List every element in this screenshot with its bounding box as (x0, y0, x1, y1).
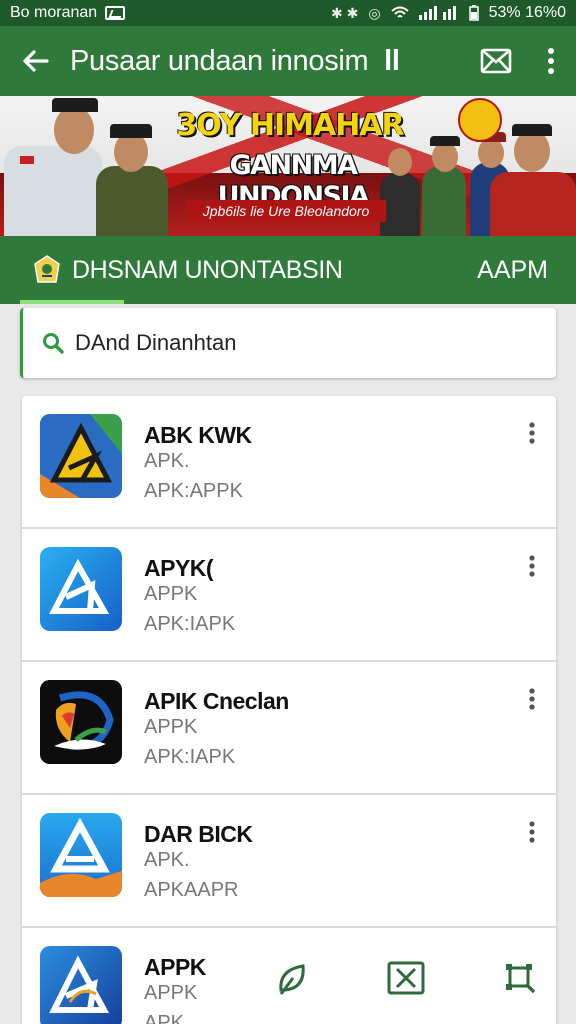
page-title: Pusaar undaan innosim ll (70, 45, 466, 78)
overflow-menu-button[interactable] (526, 26, 576, 96)
category-bar: DHSNAM UNONTABSIN AAPM (0, 236, 576, 304)
triangle-a-yellow-icon (40, 414, 122, 498)
battery-percent: 53% 16%0 (488, 4, 566, 21)
app-subtitle: APK. (144, 849, 190, 871)
item-more-button[interactable] (522, 819, 542, 845)
status-bar: Bo moranan ✱ ✱ ◎ 53% 16%0 (0, 0, 576, 26)
leaf-icon (279, 964, 305, 995)
search-input[interactable] (75, 330, 495, 356)
more-vert-icon (529, 821, 535, 843)
star-notification-icon: ✱ ✱ (331, 4, 359, 21)
app-package: APKAAPR (144, 879, 239, 901)
search-icon (43, 333, 64, 354)
banner-tagline: Jpb6ils lie Ure Bleolandoro (186, 200, 386, 222)
item-more-button[interactable] (522, 553, 542, 579)
list-item[interactable]: ABK KWK APK. APK:APPK (22, 396, 556, 529)
app-subtitle: APPK (144, 982, 198, 1004)
battery-icon (468, 5, 479, 21)
promo-banner[interactable]: 3OY HIMAHAR GANNMA UNDONSIA Jpb6ils lie … (0, 96, 576, 236)
app-title: APPK (144, 954, 206, 980)
page-title-suffix: ll (384, 44, 400, 77)
banner-headline: 3OY HIMAHAR (176, 108, 404, 143)
tab-category-label[interactable]: DHSNAM UNONTABSIN (72, 256, 477, 285)
close-box-button[interactable] (386, 958, 426, 998)
app-title: APIK Cneclan (144, 688, 289, 714)
wifi-icon (390, 6, 409, 18)
app-package: APK (144, 1012, 185, 1024)
item-more-button[interactable] (522, 686, 542, 712)
tab-indicator (20, 300, 124, 304)
list-item[interactable]: APIK Cneclan APPK APK:IAPK (22, 662, 556, 795)
signal-icon (418, 6, 456, 20)
crop-select-button[interactable] (500, 958, 540, 998)
app-title: ABK KWK (144, 422, 252, 448)
arrow-left-icon (23, 50, 49, 72)
bottom-action-bar (250, 948, 556, 1008)
tab-app-label[interactable]: AAPM (477, 256, 548, 285)
app-bar: Pusaar undaan innosim ll (0, 26, 576, 96)
page-title-text: Pusaar undaan innosim (70, 44, 369, 77)
app-title: APYK( (144, 555, 214, 581)
triangle-a-navy-icon (40, 946, 122, 1024)
bird-swirl-icon (40, 680, 122, 764)
app-title: DAR BICK (144, 821, 253, 847)
search-bar[interactable] (20, 308, 556, 378)
image-notification-icon (105, 6, 126, 20)
app-subtitle: APPK (144, 583, 198, 605)
mail-button[interactable] (466, 26, 526, 96)
carrier-label: Bo moranan (10, 4, 98, 21)
crop-select-icon (506, 964, 536, 994)
more-vert-icon (548, 48, 554, 74)
more-vert-icon (529, 422, 535, 444)
vibrate-icon: ◎ (368, 4, 381, 21)
app-subtitle: APK. (144, 450, 190, 472)
more-vert-icon (529, 555, 535, 577)
list-item[interactable]: DAR BICK APK. APKAAPR (22, 795, 556, 928)
triangle-a-orange-icon (40, 813, 122, 897)
close-box-icon (387, 961, 425, 995)
crest-icon (34, 255, 60, 283)
more-vert-icon (529, 688, 535, 710)
mail-icon (480, 48, 512, 74)
app-package: APK:APPK (144, 480, 243, 502)
garuda-emblem-icon (458, 98, 502, 142)
app-package: APK:IAPK (144, 613, 236, 635)
app-list: ABK KWK APK. APK:APPK APYK( APPK APK:IAP… (22, 396, 556, 1024)
item-more-button[interactable] (522, 420, 542, 446)
triangle-a-blue-icon (40, 547, 122, 631)
tab-logo[interactable] (30, 253, 64, 287)
app-subtitle: APPK (144, 716, 198, 738)
list-item[interactable]: APYK( APPK APK:IAPK (22, 529, 556, 662)
app-package: APK:IAPK (144, 746, 236, 768)
leaf-button[interactable] (272, 958, 312, 998)
back-button[interactable] (0, 26, 70, 96)
